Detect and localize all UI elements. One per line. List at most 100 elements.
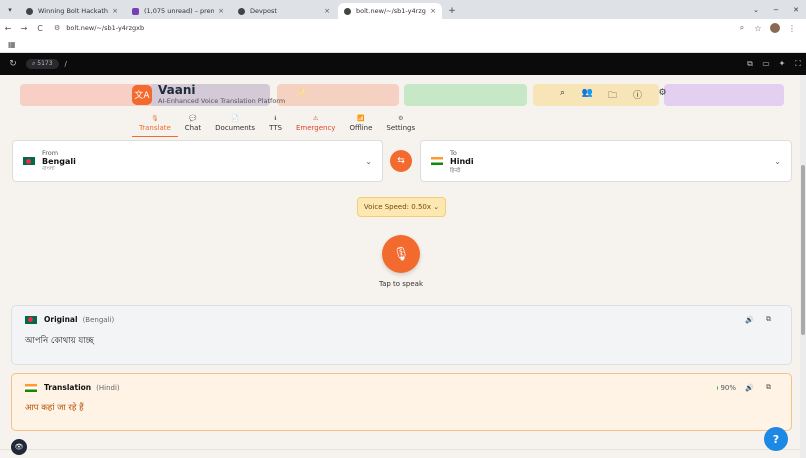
browser-tab-active[interactable]: bolt.new/~/sb1-y4rzgz × xyxy=(338,3,442,19)
fullscreen-icon[interactable]: ⛶ xyxy=(790,59,806,69)
bangladesh-flag-icon xyxy=(25,315,37,324)
settings-gear-icon[interactable]: ⚙ xyxy=(650,88,675,104)
wifi-icon: 📶 xyxy=(357,115,365,122)
microphone-icon: 🎙 xyxy=(392,246,410,262)
tab-search-button[interactable]: ▾ xyxy=(0,0,20,19)
from-language-select[interactable]: From Bengali বাংলা ⌄ xyxy=(12,140,383,182)
app-title: Vaani xyxy=(158,83,196,97)
preview-reload-icon[interactable]: ↻ xyxy=(0,59,26,69)
swap-languages-button[interactable]: ⇆ xyxy=(390,150,412,172)
tab-favicon-icon xyxy=(344,7,351,15)
preview-path[interactable]: / xyxy=(65,60,67,68)
chevron-down-icon: ⌄ xyxy=(365,156,372,166)
voice-speed-dropdown[interactable]: Voice Speed: 0.50x ⌄ xyxy=(357,197,446,217)
scrollbar-thumb[interactable] xyxy=(801,165,805,335)
scrollbar[interactable] xyxy=(800,75,806,458)
tab-favicon-icon xyxy=(132,7,139,15)
new-tab-button[interactable]: + xyxy=(444,3,460,19)
tts-icon: ℹ xyxy=(274,115,277,122)
divider xyxy=(0,449,800,450)
chrome-menu-icon[interactable]: ⋮ xyxy=(784,24,800,33)
india-flag-icon xyxy=(431,157,443,165)
app-viewport: ✨ 文A Vaani AI-Enhanced Voice Translation… xyxy=(0,75,806,458)
mic-icon: 🎙 xyxy=(151,115,159,122)
eye-toggle-button[interactable]: 👁 xyxy=(11,439,27,455)
chat-icon: 💬 xyxy=(189,115,197,122)
india-flag-icon xyxy=(25,383,37,392)
tab-close-icon[interactable]: × xyxy=(218,7,224,15)
original-text-card: Original (Bengali) 🔊 ⧉ আপনি কোথায় যাচ্ছ xyxy=(11,305,792,365)
speaker-icon[interactable]: 🔊 xyxy=(740,316,759,324)
inspect-icon[interactable]: ✦ xyxy=(774,59,790,69)
tab-translate[interactable]: 🎙 Translate xyxy=(132,115,178,137)
header-strip xyxy=(664,84,784,106)
close-window-icon[interactable]: ✕ xyxy=(786,6,806,14)
preview-toolbar: ↻ ⌕ 5173 / ⧉ ▭ ✦ ⛶ xyxy=(0,53,806,75)
info-icon[interactable]: ⓘ xyxy=(625,88,650,104)
forward-icon[interactable]: → xyxy=(16,24,32,33)
profile-avatar[interactable] xyxy=(770,23,780,33)
browser-tab[interactable]: Winning Bolt Hackathon × xyxy=(20,3,124,19)
settings-icon: ⚙ xyxy=(398,115,404,122)
zoom-icon[interactable]: ⌕ xyxy=(734,23,750,33)
tab-close-icon[interactable]: × xyxy=(112,7,118,15)
search-icon[interactable]: ⌕ xyxy=(550,88,575,104)
header-strip: ✨ xyxy=(277,84,399,106)
url-text: bolt.new/~/sb1-y4rzgxb xyxy=(66,24,145,32)
device-icon[interactable]: ▭ xyxy=(758,59,774,69)
document-icon: 📄 xyxy=(231,115,239,122)
tab-close-icon[interactable]: × xyxy=(430,7,436,15)
minimize-icon[interactable]: − xyxy=(766,6,786,14)
tab-chat[interactable]: 💬 Chat xyxy=(178,115,208,137)
help-icon: ? xyxy=(772,432,780,446)
main-nav-tabs: 🎙 Translate 💬 Chat 📄 Documents ℹ TTS ⚠ E… xyxy=(132,115,422,137)
copy-icon[interactable]: ⧉ xyxy=(759,383,778,392)
folder-icon[interactable]: 🗀 xyxy=(600,88,625,104)
copy-icon[interactable]: ⧉ xyxy=(759,315,778,324)
browser-tab[interactable]: (1,075 unread) – prem_ × xyxy=(126,3,230,19)
apps-grid-icon[interactable]: ▦ xyxy=(8,40,16,49)
tab-emergency[interactable]: ⚠ Emergency xyxy=(289,115,342,137)
open-new-window-icon[interactable]: ⧉ xyxy=(742,59,758,69)
app-brand: 文A Vaani AI-Enhanced Voice Translation P… xyxy=(132,84,285,105)
users-icon[interactable]: 👥 xyxy=(575,88,600,104)
confidence-badge: 90% xyxy=(717,384,736,392)
help-button[interactable]: ? xyxy=(764,427,788,451)
bangladesh-flag-icon xyxy=(23,157,35,165)
tab-settings[interactable]: ⚙ Settings xyxy=(379,115,422,137)
bookmark-star-icon[interactable]: ☆ xyxy=(750,24,766,33)
tab-documents[interactable]: 📄 Documents xyxy=(208,115,262,137)
translated-text: आप कहां जा रहे हैं xyxy=(25,403,84,413)
tap-to-speak-label: Tap to speak xyxy=(378,280,424,288)
header-strip xyxy=(404,84,527,106)
tab-close-icon[interactable]: × xyxy=(324,7,330,15)
to-language-select[interactable]: To Hindi हिन्दी ⌄ xyxy=(420,140,792,182)
url-input[interactable]: ⚙ bolt.new/~/sb1-y4rzgxb xyxy=(54,21,734,35)
translate-logo-icon: 文A xyxy=(132,84,152,105)
address-bar: ← → C ⚙ bolt.new/~/sb1-y4rzgxb ⌕ ☆ ⋮ xyxy=(0,19,806,37)
header-toolbar: ⌕ 👥 🗀 ⓘ ⚙ xyxy=(550,88,675,104)
record-mic-button[interactable]: 🎙 xyxy=(382,235,420,273)
speaker-icon[interactable]: 🔊 xyxy=(740,384,759,392)
tab-favicon-icon xyxy=(26,7,33,15)
browser-tab[interactable]: Devpost × xyxy=(232,3,336,19)
bookmarks-bar: ▦ xyxy=(0,37,806,53)
window-controls: ⌄ − ✕ xyxy=(746,0,806,19)
back-icon[interactable]: ← xyxy=(0,24,16,33)
confidence-dot-icon xyxy=(717,385,719,390)
to-language-name: Hindi xyxy=(450,156,474,166)
tab-offline[interactable]: 📶 Offline xyxy=(342,115,379,137)
tab-tts[interactable]: ℹ TTS xyxy=(262,115,289,137)
reload-icon[interactable]: C xyxy=(32,24,48,33)
translation-card: Translation (Hindi) 90% 🔊 ⧉ आप कहां जा र… xyxy=(11,373,792,431)
chevron-down-icon: ⌄ xyxy=(774,156,781,166)
sparkle-icon: ✨ xyxy=(297,88,307,97)
window-dropdown-icon[interactable]: ⌄ xyxy=(746,6,766,14)
site-info-icon[interactable]: ⚙ xyxy=(54,24,60,32)
port-selector[interactable]: ⌕ 5173 xyxy=(26,59,59,69)
original-text: আপনি কোথায় যাচ্ছ xyxy=(25,336,94,346)
browser-tab-strip: ▾ Winning Bolt Hackathon × (1,075 unread… xyxy=(0,0,806,19)
app-tagline: AI-Enhanced Voice Translation Platform xyxy=(158,97,286,105)
warning-icon: ⚠ xyxy=(313,115,319,122)
tab-favicon-icon xyxy=(238,7,245,15)
